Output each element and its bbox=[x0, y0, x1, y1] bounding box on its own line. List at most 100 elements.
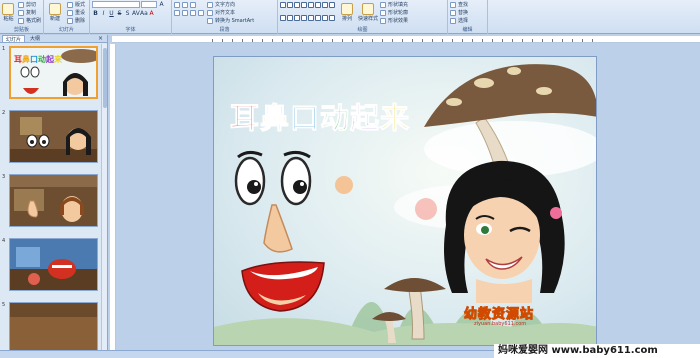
grow-font-button[interactable]: A bbox=[158, 1, 165, 8]
paste-button[interactable]: 粘贴 bbox=[2, 1, 15, 27]
replace-button[interactable]: 替换 bbox=[450, 9, 468, 16]
bullets-icon bbox=[174, 1, 180, 8]
svg-text:动: 动 bbox=[38, 54, 46, 64]
change-case-button[interactable]: Aa bbox=[140, 10, 148, 17]
shape-icon[interactable] bbox=[294, 15, 300, 21]
tab-outline[interactable]: 大纲 bbox=[27, 35, 43, 42]
thumbnail-list: 1 耳 鼻 口 动 起 来 2 3 4 5 bbox=[0, 44, 108, 358]
numbering-icon bbox=[182, 1, 188, 8]
shape-icon[interactable] bbox=[280, 2, 286, 8]
slide-thumbnail-4[interactable] bbox=[9, 238, 98, 291]
strikethrough-button[interactable]: S bbox=[116, 10, 123, 17]
shape-icon[interactable] bbox=[287, 2, 293, 8]
delete-button[interactable]: 删除 bbox=[67, 17, 85, 24]
slides-group: 新建 版式 重设 删除 幻灯片 bbox=[44, 0, 90, 34]
shape-icon[interactable] bbox=[287, 15, 293, 21]
align-buttons[interactable] bbox=[174, 9, 204, 16]
font-size-select[interactable] bbox=[141, 1, 157, 8]
align-right-icon bbox=[190, 9, 196, 16]
svg-text:耳: 耳 bbox=[14, 55, 22, 64]
smartart-button[interactable]: 转换为 SmartArt bbox=[207, 17, 254, 24]
copy-icon bbox=[17, 9, 24, 16]
cut-button[interactable]: 剪切 bbox=[17, 1, 41, 8]
font-group-label: 字体 bbox=[125, 27, 136, 33]
editing-group: 查找 替换 选择 编辑 bbox=[448, 0, 488, 34]
clipboard-group-label: 剪贴板 bbox=[13, 27, 29, 33]
watermark-text: 妈咪爱婴网 www.baby611.com bbox=[494, 344, 700, 358]
new-slide-button[interactable]: 新建 bbox=[46, 1, 64, 27]
text-direction-button[interactable]: 文字方向 bbox=[207, 1, 254, 8]
delete-icon bbox=[67, 17, 73, 24]
quick-styles-button[interactable]: 快速样式 bbox=[358, 1, 378, 27]
bullets-button[interactable] bbox=[174, 1, 204, 8]
shape-effects-button[interactable]: 形状效果 bbox=[380, 17, 408, 24]
shape-icon[interactable] bbox=[322, 15, 328, 21]
find-icon bbox=[450, 1, 456, 8]
vertical-ruler bbox=[110, 44, 116, 350]
shadow-button[interactable]: S bbox=[124, 10, 131, 17]
copy-button[interactable]: 复制 bbox=[17, 9, 41, 16]
tab-slides[interactable]: 幻灯片 bbox=[2, 35, 26, 43]
align-left-icon bbox=[174, 9, 180, 16]
align-text-icon bbox=[207, 9, 213, 16]
layout-button[interactable]: 版式 bbox=[67, 1, 85, 8]
align-text-button[interactable]: 对齐文本 bbox=[207, 9, 254, 16]
slide-thumbnail-2[interactable] bbox=[9, 110, 98, 163]
scrollbar-thumb[interactable] bbox=[103, 48, 107, 108]
shape-fill-button[interactable]: 形状填充 bbox=[380, 1, 408, 8]
effects-icon bbox=[380, 17, 386, 24]
shape-icon[interactable] bbox=[322, 2, 328, 8]
slide-canvas[interactable]: 耳鼻口动起来 幼教资源站 ziyuan.baby611.com bbox=[213, 56, 597, 346]
format-painter-button[interactable]: 格式刷 bbox=[17, 17, 41, 24]
drawing-group: 排列 快速样式 形状填充 形状轮廓 形状效果 绘图 bbox=[278, 0, 448, 34]
thumb-number: 1 bbox=[2, 46, 6, 52]
thumbnail-scrollbar[interactable] bbox=[101, 44, 107, 358]
shape-icon[interactable] bbox=[280, 15, 286, 21]
shape-icon[interactable] bbox=[301, 2, 307, 8]
thumb-5-preview bbox=[10, 303, 97, 354]
find-button[interactable]: 查找 bbox=[450, 1, 468, 8]
reset-button[interactable]: 重设 bbox=[67, 9, 85, 16]
italic-button[interactable]: I bbox=[100, 10, 107, 17]
thumb-2-preview bbox=[10, 111, 97, 162]
shape-icon[interactable] bbox=[294, 2, 300, 8]
font-group: A B I U S S AV Aa A 字体 bbox=[90, 0, 172, 34]
char-spacing-button[interactable]: AV bbox=[132, 10, 140, 17]
layout-icon bbox=[67, 1, 73, 8]
bold-button[interactable]: B bbox=[92, 10, 99, 17]
paste-icon bbox=[2, 3, 15, 15]
title-char: 来 bbox=[380, 101, 411, 136]
shape-icon[interactable] bbox=[308, 15, 314, 21]
select-icon bbox=[450, 17, 456, 24]
slides-group-label: 幻灯片 bbox=[58, 27, 74, 33]
font-color-button[interactable]: A bbox=[148, 10, 155, 17]
slides-panel: 幻灯片 大纲 × 1 耳 鼻 口 动 起 来 2 3 4 5 bbox=[0, 35, 108, 358]
slide-title[interactable]: 耳鼻口动起来 bbox=[229, 95, 411, 137]
text-direction-icon bbox=[207, 1, 213, 8]
close-icon[interactable]: × bbox=[98, 35, 103, 42]
title-char: 动 bbox=[320, 101, 351, 136]
shape-icon[interactable] bbox=[301, 15, 307, 21]
indent-icon bbox=[190, 1, 196, 8]
outline-icon bbox=[380, 9, 386, 16]
thumb-number: 3 bbox=[2, 174, 6, 180]
underline-button[interactable]: U bbox=[108, 10, 115, 17]
shape-icon[interactable] bbox=[315, 2, 321, 8]
panel-tabs: 幻灯片 大纲 × bbox=[0, 35, 107, 43]
shape-icon[interactable] bbox=[329, 2, 335, 8]
font-family-select[interactable] bbox=[92, 1, 140, 8]
shape-outline-button[interactable]: 形状轮廓 bbox=[380, 9, 408, 16]
slide-thumbnail-3[interactable] bbox=[9, 174, 98, 227]
styles-icon bbox=[362, 3, 374, 15]
arrange-button[interactable]: 排列 bbox=[338, 1, 356, 27]
ribbon: 粘贴 剪切 复制 格式刷 剪贴板 新建 版式 重设 删除 幻灯片 A B I U… bbox=[0, 0, 700, 34]
slide-thumbnail-5[interactable] bbox=[9, 302, 98, 355]
shape-icon[interactable] bbox=[315, 15, 321, 21]
shapes-gallery[interactable] bbox=[280, 2, 335, 27]
shape-icon[interactable] bbox=[308, 2, 314, 8]
arrange-icon bbox=[341, 3, 353, 15]
select-button[interactable]: 选择 bbox=[450, 17, 468, 24]
slide-thumbnail-1[interactable]: 耳 鼻 口 动 起 来 bbox=[9, 46, 98, 99]
logo-url: ziyuan.baby611.com bbox=[474, 321, 527, 327]
shape-icon[interactable] bbox=[329, 15, 335, 21]
